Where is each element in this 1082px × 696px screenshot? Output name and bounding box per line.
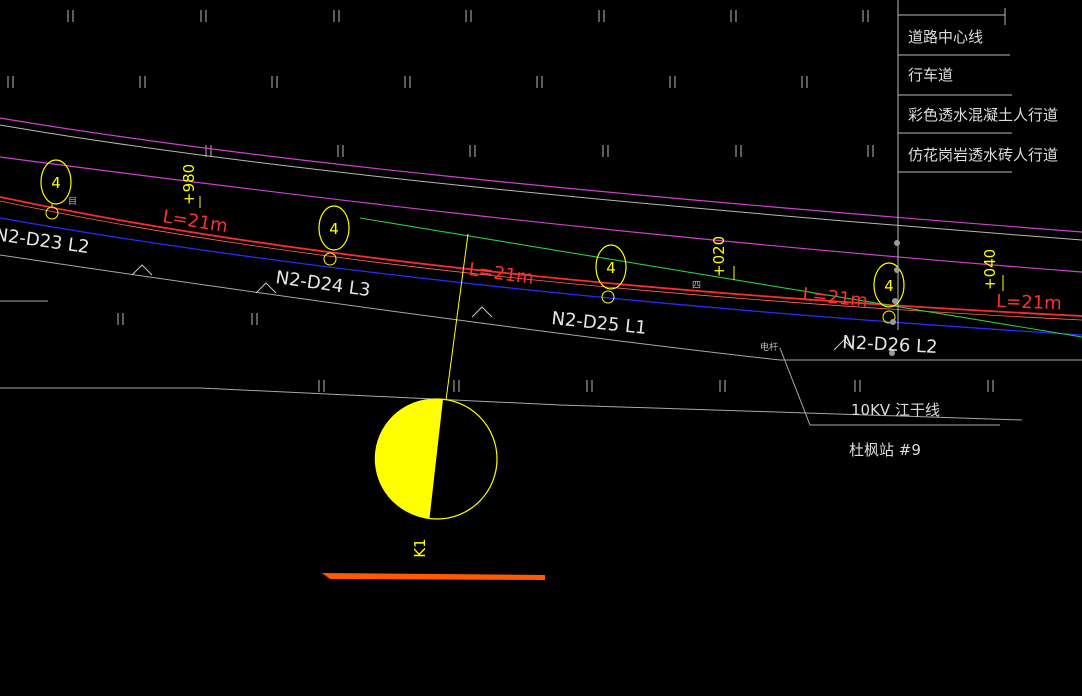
pole-marker-label: 4 — [51, 174, 61, 192]
small-label: 电杆 — [760, 341, 778, 353]
pole-marker-label: 4 — [884, 277, 894, 295]
pole-marker-label: 4 — [329, 220, 339, 238]
node-dot — [890, 319, 896, 325]
legend-item-brick-sidewalk: 仿花岗岩透水砖人行道 — [908, 146, 1058, 164]
k1-label: K1 — [411, 538, 429, 557]
substation-label: 杜枫站 #9 — [849, 441, 921, 459]
chainage-label-040: +040 — [981, 249, 999, 290]
legend-item-concrete-sidewalk: 彩色透水混凝土人行道 — [908, 106, 1058, 124]
tiny-mark: 目 — [68, 196, 77, 207]
node-dot — [894, 240, 900, 246]
powerline-label: 10KV 江干线 — [851, 401, 940, 419]
span-label-4: L=21m — [996, 291, 1062, 314]
chainage-label-020: +020 — [710, 236, 728, 277]
chainage-label-980: +980 — [180, 164, 198, 205]
pole-marker-label: 4 — [606, 259, 616, 277]
cad-drawing-canvas[interactable]: 4 4 4 4 K1 N2-D23 L2 N2-D24 L3 N2-D25 L1… — [0, 0, 1082, 696]
node-dot — [894, 267, 900, 273]
legend-item-centerline: 道路中心线 — [908, 28, 983, 46]
node-dot — [892, 298, 898, 304]
tiny-mark-2: 四 — [692, 281, 701, 291]
legend-item-carriageway: 行车道 — [908, 66, 953, 84]
